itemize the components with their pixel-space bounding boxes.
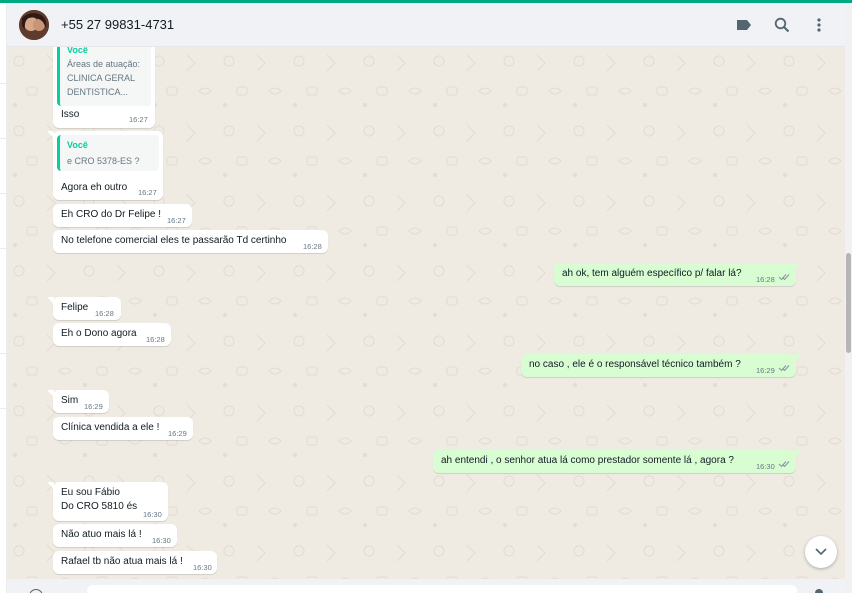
message-time: 16:30 [193,563,212,572]
message-time: 16:29 [168,429,187,438]
bubble-tail [47,482,54,489]
message-time: 16:28 [146,335,165,344]
bubble-tail [795,263,802,270]
message-bubble-incoming[interactable]: Rafael tb não atua mais lá ! 16:30 [53,551,217,574]
conversation-panel: +55 27 99831-4731 Você Áreas de atuação:… [7,3,845,593]
quote-line: e CRO 5378-ES ? [67,156,140,166]
bubble-tail [47,297,54,304]
message-text: Felipe [61,302,89,313]
menu-icon[interactable] [809,15,829,35]
message-time: 16:29 [756,366,775,375]
bubble-tail [47,131,54,138]
contact-avatar[interactable] [19,10,49,40]
emoji-icon[interactable] [29,589,43,593]
search-icon[interactable] [772,15,792,35]
message-text: no caso , ele é o responsável técnico ta… [529,359,741,370]
message-text: Eh o Dono agora [61,328,137,339]
message-bubble-incoming[interactable]: Felipe 16:28 [47,297,121,320]
message-bubble-incoming[interactable]: Você e CRO 5378-ES ? Agora eh outro 16:2… [47,131,163,200]
bubble-tail [795,354,802,361]
message-bubble-incoming[interactable]: Você Áreas de atuação: CLINICA GERAL DEN… [53,47,155,128]
message-bubble-incoming[interactable]: No telefone comercial eles te passarão T… [53,230,328,253]
microphone-icon[interactable] [815,589,823,593]
message-text: No telefone comercial eles te passarão T… [61,235,287,246]
quote-author: Você [67,140,88,150]
message-time: 16:27 [138,188,157,197]
message-bubble-incoming[interactable]: Não atuo mais lá ! 16:30 [53,524,177,547]
message-text: Isso [61,109,80,120]
message-text: Clínica vendida a ele ! [61,422,160,433]
read-receipt-icon [778,365,790,372]
message-bubble-incoming[interactable]: Eh CRO do Dr Felipe ! 16:27 [53,204,192,227]
message-text: Não atuo mais lá ! [61,529,142,540]
contact-name[interactable]: +55 27 99831-4731 [61,17,174,32]
message-text: Do CRO 5810 és [61,501,138,512]
message-text: Eu sou Fábio [61,487,120,498]
conversation-header: +55 27 99831-4731 [7,3,845,47]
message-bubble-incoming[interactable]: Clínica vendida a ele ! 16:29 [53,417,193,440]
message-time: 16:30 [143,510,162,519]
message-time: 16:30 [152,536,171,545]
message-bubble-outgoing[interactable]: no caso , ele é o responsável técnico ta… [521,354,802,377]
message-time: 16:29 [84,402,103,411]
read-receipt-icon [778,274,790,281]
message-time: 16:28 [95,309,114,318]
chevron-down-icon [815,548,827,556]
quote-line: CLINICA GERAL [67,73,136,83]
bubble-tail [795,450,802,457]
message-time: 16:27 [129,115,148,124]
message-bubble-incoming[interactable]: Sim 16:29 [47,390,109,413]
message-bubble-incoming[interactable]: Eh o Dono agora 16:28 [53,323,171,346]
quote-line: DENTISTICA... [67,87,129,97]
message-text: ah entendi , o senhor atua lá como prest… [441,455,734,466]
message-time: 16:27 [167,216,186,225]
message-time: 16:28 [303,242,322,251]
quoted-message[interactable]: Você Áreas de atuação: CLINICA GERAL DEN… [57,47,151,106]
window-scrollbar[interactable] [845,3,852,593]
message-bubble-outgoing[interactable]: ah ok, tem alguém específico p/ falar lá… [554,263,802,286]
bubble-tail [47,390,54,397]
message-list[interactable]: Você Áreas de atuação: CLINICA GERAL DEN… [7,47,845,579]
label-icon[interactable] [734,15,754,35]
read-receipt-icon [778,461,790,468]
message-time: 16:30 [756,462,775,471]
quote-author: Você [67,47,88,55]
message-text: ah ok, tem alguém específico p/ falar lá… [562,268,742,279]
message-text: Rafael tb não atua mais lá ! [61,556,183,567]
scrollbar-thumb[interactable] [846,253,851,353]
quoted-message[interactable]: Você e CRO 5378-ES ? [57,135,159,171]
compose-bar [7,579,845,593]
message-input[interactable] [87,585,797,593]
message-text: Sim [61,395,79,406]
message-time: 16:28 [756,275,775,284]
message-bubble-incoming[interactable]: Eu sou Fábio Do CRO 5810 és 16:30 [47,482,168,521]
chat-list-edge [0,3,7,593]
message-text: Agora eh outro [61,182,128,193]
quote-line: Áreas de atuação: [67,59,141,69]
message-text: Eh CRO do Dr Felipe ! [61,209,162,220]
message-bubble-outgoing[interactable]: ah entendi , o senhor atua lá como prest… [433,450,802,473]
scroll-to-bottom-button[interactable] [805,536,837,568]
